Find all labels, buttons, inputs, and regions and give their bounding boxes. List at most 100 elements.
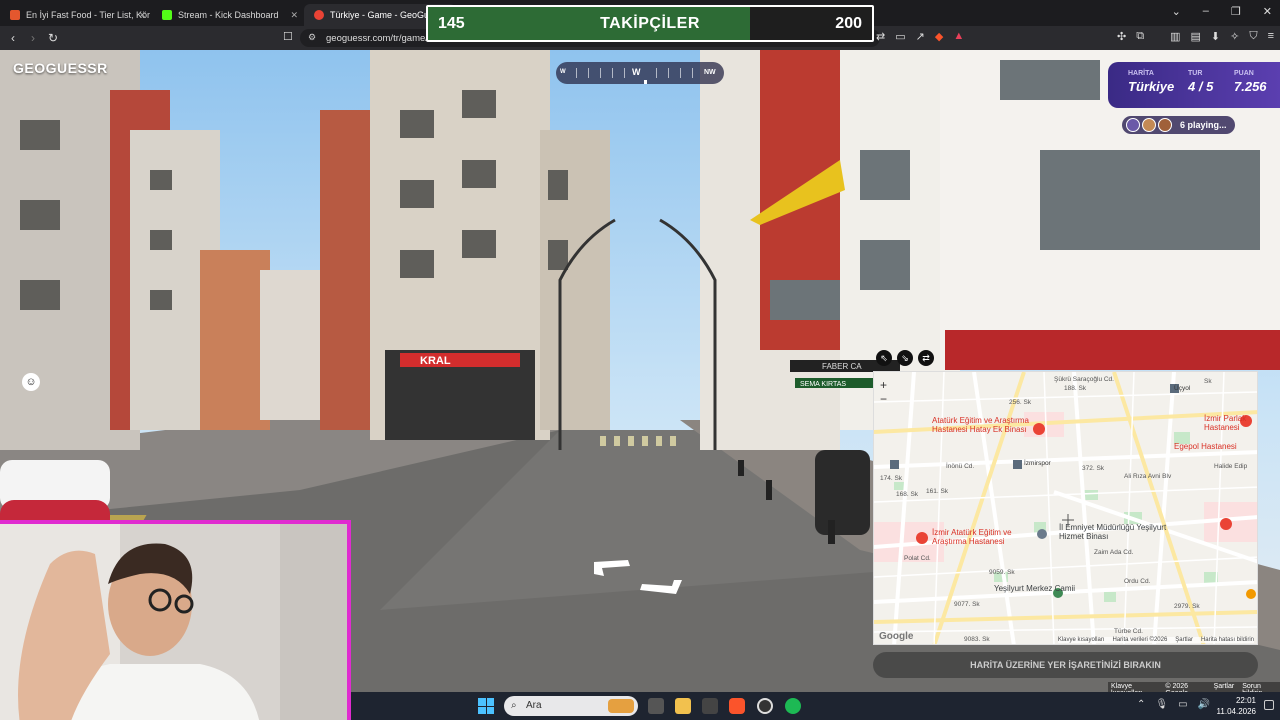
cast-icon[interactable]: ▭ xyxy=(895,30,905,43)
close-window-icon[interactable]: ✕ xyxy=(1263,5,1272,18)
tab-search-icon[interactable]: ⌄ xyxy=(1172,5,1181,18)
map-footer-terms[interactable]: Şartlar xyxy=(1175,637,1193,643)
follower-goal-bar: 145 TAKİPÇİLER 200 xyxy=(426,5,874,42)
brave-browser-icon[interactable] xyxy=(729,698,745,714)
network-icon[interactable]: ▭ xyxy=(1178,699,1187,710)
map-label: Şükrü Saraçoğlu Cd. xyxy=(1054,376,1114,383)
map-label: 9059. Sk xyxy=(989,569,1015,576)
tab-kick-dashboard[interactable]: Stream - Kick Dashboard ✕ xyxy=(152,4,304,26)
search-icon: ⌕ xyxy=(511,700,517,711)
map-label: 188. Sk xyxy=(1064,385,1087,392)
file-explorer-icon[interactable] xyxy=(675,698,691,714)
brave-shields-icon[interactable]: ◆ xyxy=(935,30,943,43)
menu-icon[interactable]: ≡ xyxy=(1268,30,1274,43)
spotify-icon[interactable] xyxy=(785,698,801,714)
reload-icon[interactable]: ↻ xyxy=(43,31,63,45)
map-label: 161. Sk xyxy=(926,488,949,495)
tray-overflow-icon[interactable]: ⌃ xyxy=(1137,699,1145,710)
close-tab-icon[interactable]: ✕ xyxy=(138,10,146,21)
search-highlight-icon xyxy=(608,699,634,713)
wallet-icon[interactable]: ▤ xyxy=(1190,30,1200,43)
window-controls: ⌄ – ❐ ✕ xyxy=(1172,5,1272,18)
minimize-icon[interactable]: – xyxy=(1203,5,1209,18)
taskbar-search[interactable]: ⌕ Ara xyxy=(504,696,638,716)
map-label: Üçyol xyxy=(1174,385,1191,392)
download-icon[interactable]: ⬇ xyxy=(1211,30,1220,43)
volume-icon[interactable]: 🔊 xyxy=(1198,699,1210,710)
compass-northwest-label: NW xyxy=(704,69,716,76)
start-button[interactable] xyxy=(478,698,494,714)
map-footer-data: Harita verileri ©2026 xyxy=(1112,637,1168,643)
players-indicator[interactable]: 6 playing... xyxy=(1122,116,1235,134)
map-label: İzmir Parlak Hastanesi xyxy=(1204,414,1247,432)
guess-map[interactable]: Şükrü Saraçoğlu Cd. Üçyol Atatürk Eğitim v… xyxy=(873,371,1258,645)
bookmark-icon[interactable]: ☐ xyxy=(283,30,293,43)
compass-left-label: W xyxy=(560,69,566,75)
map-footer-shortcuts[interactable]: Klavye kısayolları xyxy=(1058,637,1105,643)
map-label: 256. Sk xyxy=(1009,399,1032,406)
back-icon[interactable]: ‹ xyxy=(3,31,23,45)
map-label: 9083. Sk xyxy=(964,636,990,643)
close-tab-icon[interactable]: ✕ xyxy=(290,10,298,21)
streamer-webcam xyxy=(0,520,351,720)
emoji-reactions-icon[interactable]: ☺ xyxy=(22,373,40,391)
webcam-graphic xyxy=(0,524,347,720)
clock-date: 11.04.2026 xyxy=(1216,707,1256,716)
tab-tier-list[interactable]: En İyi Fast Food - Tier List, Kör Sırala… xyxy=(0,4,152,26)
map-label: Sk xyxy=(1204,378,1212,385)
screenshot-icon[interactable]: ⧉ xyxy=(1136,30,1144,43)
maximize-icon[interactable]: ❐ xyxy=(1231,5,1241,18)
microphone-icon[interactable]: 🎙 xyxy=(1155,699,1168,710)
map-label: 174. Sk xyxy=(880,475,903,482)
score-value: 7.256 xyxy=(1234,79,1267,94)
zoom-out-button[interactable]: − xyxy=(880,392,887,406)
tab-label: Stream - Kick Dashboard xyxy=(178,10,279,20)
forward-icon[interactable]: › xyxy=(23,31,43,45)
screen: En İyi Fast Food - Tier List, Kör Sırala… xyxy=(0,0,1280,720)
map-label: 372. Sk xyxy=(1082,465,1105,472)
map-value: Türkiye xyxy=(1128,79,1175,94)
leo-ai-icon[interactable]: ✧ xyxy=(1230,30,1239,43)
zoom-in-button[interactable]: + xyxy=(880,378,887,392)
shop-sign-sema: SEMA KIRTAS xyxy=(800,381,846,388)
obs-icon[interactable] xyxy=(757,698,773,714)
sidebar-icon[interactable]: ▥ xyxy=(1170,30,1180,43)
shop-sign-kral: KRAL xyxy=(420,355,451,367)
tab-label: En İyi Fast Food - Tier List, Kör Sırala… xyxy=(26,10,152,20)
round-label: TUR xyxy=(1188,70,1203,77)
browser-actions: ✣ ⧉ ▥ ▤ ⬇ ✧ ⛉ ≡ xyxy=(1117,30,1274,43)
map-label: Ordu Cd. xyxy=(1124,578,1151,585)
share-icon[interactable]: ↗ xyxy=(916,30,925,43)
players-count: 6 playing... xyxy=(1180,120,1227,130)
kick-favicon-icon xyxy=(162,10,172,20)
map-label: Polat Cd. xyxy=(904,555,931,562)
notifications-icon[interactable] xyxy=(1264,700,1274,710)
pin-map-icon[interactable]: ⇄ xyxy=(918,350,934,366)
geoguessr-logo[interactable]: GEOGUESSR xyxy=(13,60,108,76)
brave-rewards-icon[interactable]: ▲ xyxy=(953,30,964,43)
shrink-map-icon[interactable]: ⇘ xyxy=(897,350,913,366)
map-label: Egepol Hastanesi xyxy=(1174,442,1237,451)
clock[interactable]: 22:01 11.04.2026 xyxy=(1217,695,1256,717)
followers-label: TAKİPÇİLER xyxy=(600,15,700,32)
map-size-controls: ⇖ ⇘ ⇄ xyxy=(876,350,934,366)
expand-map-icon[interactable]: ⇖ xyxy=(876,350,892,366)
task-view-icon[interactable] xyxy=(648,698,664,714)
vpn-icon[interactable]: ⛉ xyxy=(1249,30,1257,43)
compass-heading-marker xyxy=(644,80,647,84)
map-label: İnönü Cd. xyxy=(946,463,975,470)
map-label: Yeşilyurt Merkez Camii xyxy=(994,584,1076,593)
guess-button[interactable]: HARİTA ÜZERİNE YER İŞARETİNİZİ BIRAKIN xyxy=(873,652,1258,678)
search-placeholder: Ara xyxy=(526,700,542,711)
map-label: HARİTA xyxy=(1128,70,1154,77)
map-footer-report[interactable]: Harita hatası bildirin xyxy=(1201,637,1254,643)
extensions-icon[interactable]: ✣ xyxy=(1117,30,1126,43)
followers-goal: 200 xyxy=(835,15,862,32)
store-icon[interactable] xyxy=(702,698,718,714)
url-text: geoguessr.com/tr/game/ xyxy=(326,32,428,44)
zoom-controls: + − xyxy=(880,378,887,406)
site-info-icon[interactable]: ⚙ xyxy=(308,32,316,43)
translate-icon[interactable]: ⇄ xyxy=(876,30,885,43)
map-label: Ali Rıza Avni Blv xyxy=(1124,473,1172,480)
map-label: 2979. Sk xyxy=(1174,603,1200,610)
